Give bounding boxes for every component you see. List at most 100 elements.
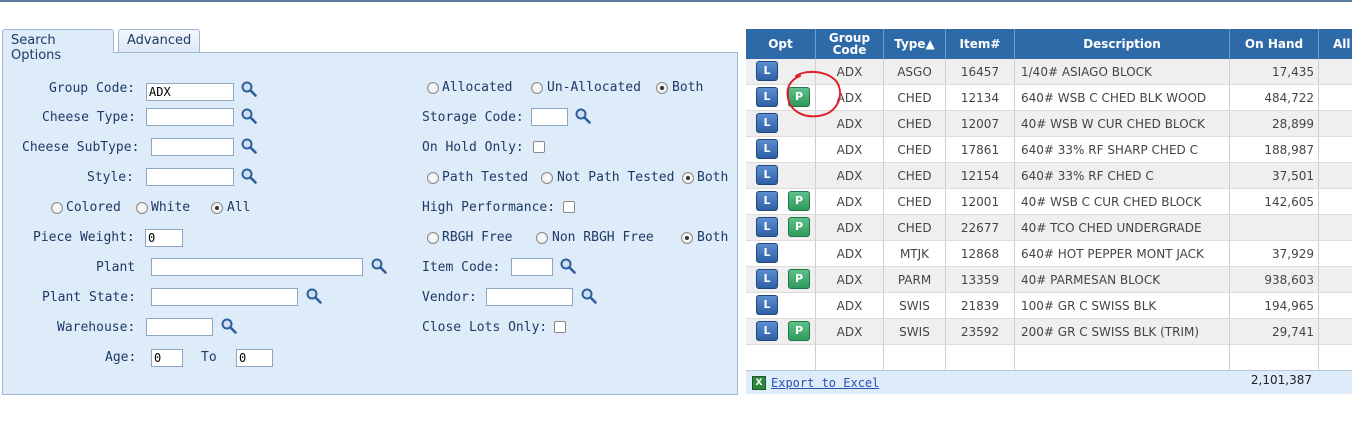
on-hold-checkbox[interactable]: [533, 141, 545, 153]
cheese-subtype-input[interactable]: [151, 138, 234, 156]
search-options-panel: Group Code: Cheese Type: Cheese SubType:…: [2, 52, 738, 395]
table-row: L ADX CHED 12154 640# 33% RF CHED C 37,501: [746, 163, 1352, 189]
cell-description: 40# WSB C CUR CHED BLOCK: [1015, 189, 1230, 215]
group-code-label: Group Code:: [49, 81, 136, 96]
white-label: White: [151, 200, 191, 215]
unallocated-radio[interactable]: [531, 82, 543, 94]
white-radio[interactable]: [136, 202, 148, 214]
cell-on_hand: 17,435: [1230, 59, 1319, 85]
lot-button[interactable]: L: [756, 61, 778, 81]
vendor-input[interactable]: [486, 288, 573, 306]
allocated-radio[interactable]: [427, 82, 439, 94]
table-row-empty: [746, 345, 1352, 371]
lot-button[interactable]: L: [756, 217, 778, 237]
group-code-search-icon[interactable]: [241, 81, 257, 97]
cell-type: CHED: [884, 163, 946, 189]
cell-description: 640# 33% RF CHED C: [1015, 163, 1230, 189]
rbgh-free-radio[interactable]: [427, 232, 439, 244]
header-item[interactable]: Item#: [946, 29, 1015, 59]
lot-button[interactable]: L: [756, 87, 778, 107]
cell-opt: L: [746, 293, 816, 319]
tab-advanced[interactable]: Advanced: [118, 29, 200, 52]
table-row: L P ADX CHED 22677 40# TCO CHED UNDERGRADE: [746, 215, 1352, 241]
p-button[interactable]: P: [788, 87, 810, 107]
p-button[interactable]: P: [788, 217, 810, 237]
warehouse-search-icon[interactable]: [221, 318, 237, 334]
allocated-label: Allocated: [442, 80, 513, 95]
cheese-subtype-search-icon[interactable]: [241, 138, 257, 154]
cell-group: ADX: [816, 137, 884, 163]
group-code-input[interactable]: [146, 83, 234, 101]
cell-opt: L: [746, 59, 816, 85]
style-input[interactable]: [146, 168, 234, 186]
all-label: All: [227, 200, 251, 215]
plant-input[interactable]: [151, 258, 363, 276]
plant-search-icon[interactable]: [371, 258, 387, 274]
top-border: [0, 0, 1352, 2]
close-lots-label: Close Lots Only:: [422, 320, 548, 335]
cell-description: 100# GR C SWISS BLK: [1015, 293, 1230, 319]
cell-type: CHED: [884, 215, 946, 241]
header-on-hand[interactable]: On Hand: [1230, 29, 1319, 59]
lot-button[interactable]: L: [756, 191, 778, 211]
header-type[interactable]: Type▲: [884, 29, 946, 59]
p-button[interactable]: P: [788, 269, 810, 289]
vendor-search-icon[interactable]: [581, 288, 597, 304]
item-code-input[interactable]: [511, 258, 553, 276]
cell-type: CHED: [884, 111, 946, 137]
cell-item: 21839: [946, 293, 1015, 319]
cell-item: 12007: [946, 111, 1015, 137]
lot-button[interactable]: L: [756, 139, 778, 159]
tab-search-options[interactable]: Search Options: [2, 29, 114, 63]
header-group-code[interactable]: Group Code: [816, 29, 884, 59]
age-to-input[interactable]: [236, 349, 273, 367]
lot-button[interactable]: L: [756, 295, 778, 315]
unallocated-label: Un-Allocated: [547, 80, 641, 95]
excel-icon[interactable]: X: [752, 376, 766, 390]
not-path-tested-radio[interactable]: [541, 172, 553, 184]
close-lots-checkbox[interactable]: [554, 321, 566, 333]
cell-item: 12868: [946, 241, 1015, 267]
p-button[interactable]: P: [788, 191, 810, 211]
header-all[interactable]: All: [1319, 29, 1352, 59]
item-code-search-icon[interactable]: [560, 258, 576, 274]
rbgh-both-radio[interactable]: [681, 232, 693, 244]
all-radio[interactable]: [211, 202, 223, 214]
cell-group: ADX: [816, 189, 884, 215]
storage-code-search-icon[interactable]: [575, 108, 591, 124]
path-tested-radio[interactable]: [427, 172, 439, 184]
header-description[interactable]: Description: [1015, 29, 1230, 59]
cell-on_hand: 28,899: [1230, 111, 1319, 137]
allocation-both-radio[interactable]: [656, 82, 668, 94]
lot-button[interactable]: L: [756, 243, 778, 263]
lot-button[interactable]: L: [756, 165, 778, 185]
cheese-type-input[interactable]: [146, 108, 234, 126]
p-button[interactable]: P: [788, 321, 810, 341]
plant-state-search-icon[interactable]: [306, 288, 322, 304]
lot-button[interactable]: L: [756, 269, 778, 289]
plant-state-input[interactable]: [151, 288, 298, 306]
age-from-input[interactable]: [151, 349, 183, 367]
cell-type: ASGO: [884, 59, 946, 85]
cell-description: 40# TCO CHED UNDERGRADE: [1015, 215, 1230, 241]
warehouse-input[interactable]: [146, 318, 213, 336]
header-opt[interactable]: Opt: [746, 29, 816, 59]
cheese-type-search-icon[interactable]: [241, 108, 257, 124]
path-both-radio[interactable]: [682, 172, 694, 184]
table-row: L ADX SWIS 21839 100# GR C SWISS BLK 194,965: [746, 293, 1352, 319]
cell-on_hand: 938,603: [1230, 267, 1319, 293]
non-rbgh-free-radio[interactable]: [536, 232, 548, 244]
style-search-icon[interactable]: [241, 168, 257, 184]
on-hand-total: 2,101,387: [1250, 373, 1312, 387]
storage-code-input[interactable]: [531, 108, 568, 126]
piece-weight-input[interactable]: [145, 229, 183, 247]
cell-group: [816, 345, 884, 371]
high-performance-checkbox[interactable]: [563, 201, 575, 213]
cell-opt: [746, 345, 816, 371]
item-code-label: Item Code:: [422, 260, 501, 275]
export-to-excel-link[interactable]: Export to Excel: [771, 376, 879, 390]
cell-description: 640# HOT PEPPER MONT JACK: [1015, 241, 1230, 267]
colored-radio[interactable]: [51, 202, 63, 214]
lot-button[interactable]: L: [756, 321, 778, 341]
lot-button[interactable]: L: [756, 113, 778, 133]
